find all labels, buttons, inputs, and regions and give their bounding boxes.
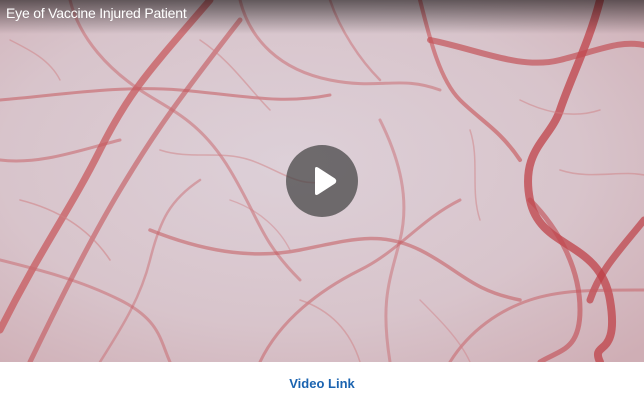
link-row: Video Link <box>0 362 644 401</box>
video-link[interactable]: Video Link <box>289 376 355 392</box>
video-player[interactable]: Eye of Vaccine Injured Patient <box>0 0 644 362</box>
play-button[interactable] <box>286 145 358 217</box>
page: Eye of Vaccine Injured Patient Video Lin… <box>0 0 644 401</box>
play-icon <box>315 167 337 195</box>
video-title[interactable]: Eye of Vaccine Injured Patient <box>6 5 187 22</box>
